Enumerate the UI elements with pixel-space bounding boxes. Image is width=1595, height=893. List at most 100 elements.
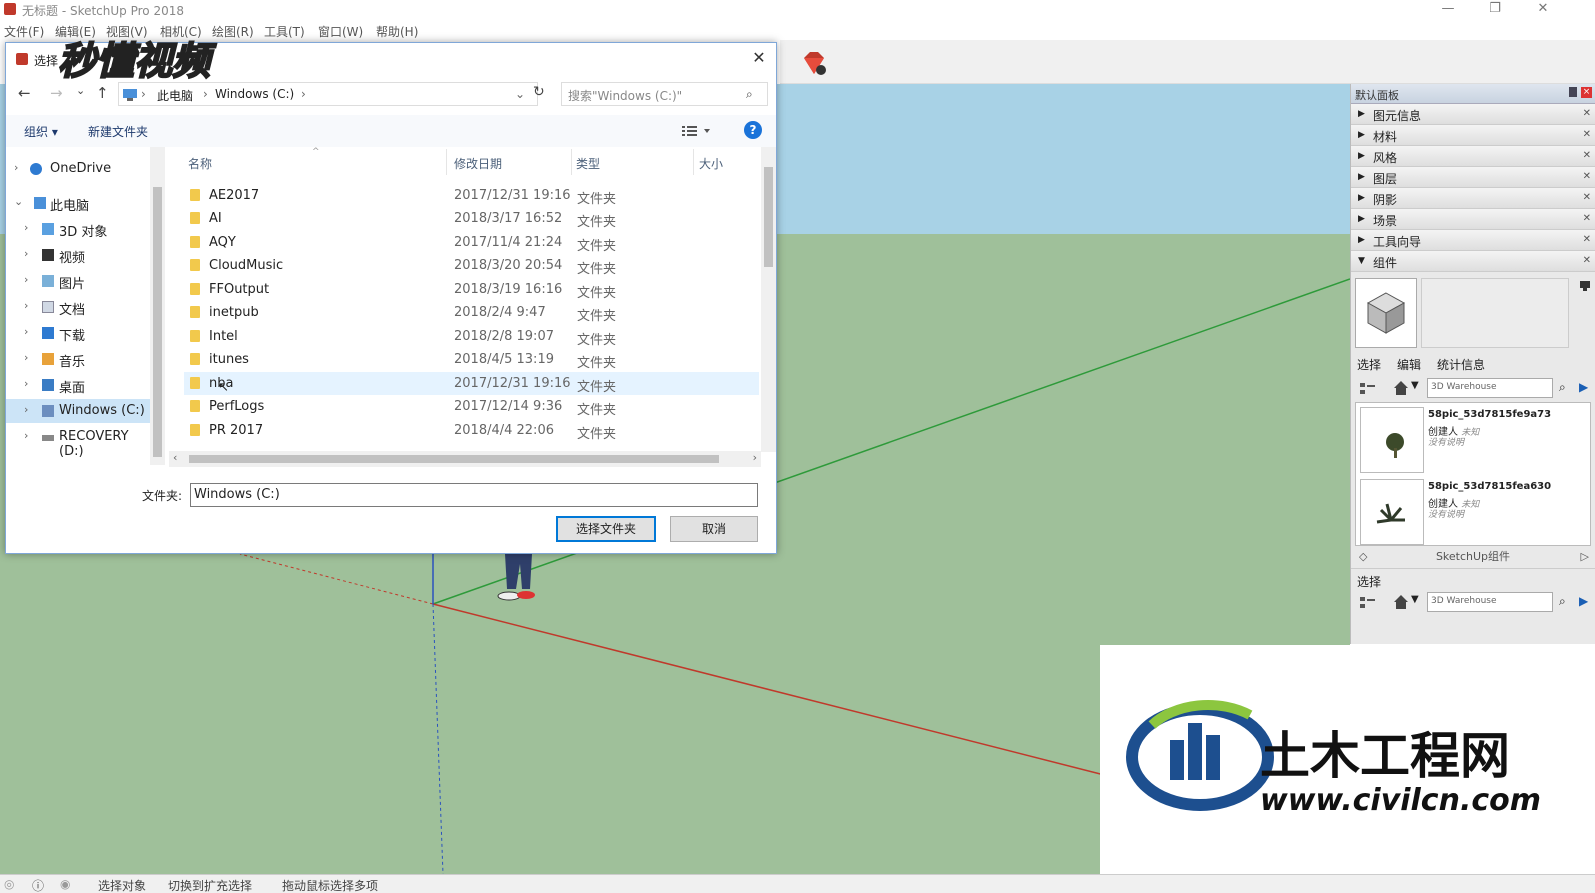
chevron-icon[interactable]: ⌄ (14, 195, 23, 208)
panel-shadows[interactable]: ▶ 阴影 ✕ (1351, 188, 1595, 209)
view-options-icon[interactable] (1359, 382, 1377, 396)
component-result[interactable]: 58pic_53d7815fe9a73 创建人 未知 没有说明 (1360, 407, 1560, 473)
panel-close-icon[interactable]: ✕ (1583, 150, 1591, 161)
component-search-input[interactable]: 3D Warehouse (1427, 378, 1553, 398)
nav-dropdown-icon[interactable]: ▼ (1411, 380, 1419, 391)
folder-field[interactable]: Windows (C:) (190, 483, 758, 507)
refresh-icon[interactable]: ↻ (533, 84, 545, 100)
tab-select[interactable]: 选择 (1357, 356, 1381, 373)
address-dropdown-icon[interactable]: ⌄ (515, 87, 525, 101)
organize-button[interactable]: 组织 ▾ (24, 123, 58, 140)
dialog-close-button[interactable]: ✕ (748, 47, 770, 69)
scroll-thumb[interactable] (153, 187, 162, 457)
chevron-icon[interactable]: › (24, 351, 28, 364)
search-icon[interactable]: ⌕ (1559, 594, 1566, 609)
collection-name[interactable]: SketchUp组件 (1436, 550, 1510, 563)
panel-entity-info[interactable]: ▶ 图元信息 ✕ (1351, 104, 1595, 125)
search-box[interactable]: 搜索"Windows (C:)" ⌕ (561, 82, 768, 106)
file-row[interactable]: AQY 2017/11/4 21:24 文件夹 (184, 231, 759, 254)
panel-instructor[interactable]: ▶ 工具向导 ✕ (1351, 230, 1595, 251)
nav-documents[interactable]: › 文档 (6, 295, 156, 319)
help-icon[interactable]: ? (744, 121, 762, 139)
nav-desktop[interactable]: › 桌面 (6, 373, 156, 397)
nav-dropdown-icon[interactable]: ▼ (1411, 594, 1419, 605)
column-modified[interactable]: 修改日期 (454, 155, 502, 172)
file-row[interactable]: Intel 2018/2/8 19:07 文件夹 (184, 325, 759, 348)
panel-close-icon[interactable]: ✕ (1583, 234, 1591, 245)
tray-close-icon[interactable]: × (1581, 87, 1592, 98)
panel-close-icon[interactable]: ✕ (1583, 108, 1591, 119)
tab-statistics[interactable]: 统计信息 (1437, 356, 1485, 373)
nav-3d-objects[interactable]: › 3D 对象 (6, 217, 156, 241)
column-size[interactable]: 大小 (699, 155, 723, 172)
chevron-icon[interactable]: › (24, 403, 28, 416)
geo-icon[interactable]: ◎ (4, 877, 14, 891)
nav-scrollbar[interactable] (150, 147, 165, 465)
panel-components[interactable]: ▼ 组件 ✕ (1351, 251, 1595, 272)
scroll-thumb[interactable] (189, 455, 719, 463)
ruby-console-icon[interactable] (800, 50, 828, 76)
chevron-icon[interactable]: › (24, 377, 28, 390)
search-icon[interactable]: ⌕ (1559, 380, 1566, 395)
panel-layers[interactable]: ▶ 图层 ✕ (1351, 167, 1595, 188)
file-row[interactable]: PerfLogs 2017/12/14 9:36 文件夹 (184, 395, 759, 418)
chevron-icon[interactable]: › (24, 429, 28, 442)
user-icon[interactable]: ◉ (60, 877, 70, 891)
nav-videos[interactable]: › 视频 (6, 243, 156, 267)
details-icon[interactable] (1579, 280, 1591, 292)
chevron-icon[interactable]: › (24, 299, 28, 312)
chevron-icon[interactable]: › (24, 221, 28, 234)
minimize-button[interactable]: — (1425, 0, 1471, 20)
chevron-icon[interactable]: › (24, 247, 28, 260)
column-divider[interactable] (571, 149, 572, 175)
panel-styles[interactable]: ▶ 风格 ✕ (1351, 146, 1595, 167)
nav-this-pc[interactable]: ⌄ 此电脑 (6, 191, 156, 215)
component-result[interactable]: 58pic_53d7815fea630 创建人 未知 没有说明 (1360, 479, 1560, 545)
view-options-icon[interactable] (1359, 596, 1377, 610)
file-row[interactable]: inetpub 2018/2/4 9:47 文件夹 (184, 301, 759, 324)
chevron-icon[interactable]: › (24, 325, 28, 338)
info-icon[interactable]: ⓘ (32, 877, 44, 893)
next-arrow-icon[interactable]: ▷ (1581, 546, 1589, 568)
nav-drive-d[interactable]: › RECOVERY (D:) (6, 425, 156, 459)
pin-icon[interactable] (1569, 87, 1577, 97)
chevron-icon[interactable]: › (24, 273, 28, 286)
file-list-vscrollbar[interactable] (761, 147, 776, 452)
menu-help[interactable]: 帮助(H) (376, 23, 418, 40)
panel-materials[interactable]: ▶ 材料 ✕ (1351, 125, 1595, 146)
nav-drive-c[interactable]: › Windows (C:) (6, 399, 156, 423)
home-icon[interactable] (1393, 594, 1409, 610)
close-window-button[interactable]: ✕ (1520, 0, 1566, 20)
file-row[interactable]: FFOutput 2018/3/19 16:16 文件夹 (184, 278, 759, 301)
forward-icon[interactable]: ▶ (1579, 594, 1588, 608)
scroll-thumb[interactable] (764, 167, 773, 267)
select-folder-button[interactable]: 选择文件夹 (556, 516, 656, 542)
maximize-button[interactable]: ❐ (1472, 0, 1518, 20)
menu-file[interactable]: 文件(F) (4, 23, 44, 40)
file-row-hovered[interactable]: nba 2017/12/31 19:16 文件夹 ↖ (184, 372, 759, 395)
new-folder-button[interactable]: 新建文件夹 (88, 123, 148, 140)
file-row[interactable]: CloudMusic 2018/3/20 20:54 文件夹 (184, 254, 759, 277)
cancel-button[interactable]: 取消 (670, 516, 758, 542)
back-arrow-icon[interactable]: ← (18, 84, 31, 102)
panel-close-icon[interactable]: ✕ (1583, 171, 1591, 182)
column-type[interactable]: 类型 (576, 155, 600, 172)
nav-pictures[interactable]: › 图片 (6, 269, 156, 293)
chevron-icon[interactable]: › (14, 161, 18, 174)
tab-edit[interactable]: 编辑 (1397, 356, 1421, 373)
home-icon[interactable] (1393, 380, 1409, 396)
file-row[interactable]: PR 2017 2018/4/4 22:06 文件夹 (184, 419, 759, 442)
panel-close-icon[interactable]: ✕ (1583, 192, 1591, 203)
column-divider[interactable] (446, 149, 447, 175)
nav-onedrive[interactable]: › OneDrive (6, 157, 156, 181)
prev-arrow-icon[interactable]: ◇ (1359, 546, 1367, 568)
panel-close-icon[interactable]: ✕ (1583, 213, 1591, 224)
nav-music[interactable]: › 音乐 (6, 347, 156, 371)
column-divider[interactable] (693, 149, 694, 175)
secondary-search-input[interactable]: 3D Warehouse (1427, 592, 1553, 612)
forward-icon[interactable]: ▶ (1579, 380, 1588, 394)
panel-close-icon[interactable]: ✕ (1583, 255, 1591, 266)
panel-close-icon[interactable]: ✕ (1583, 129, 1591, 140)
breadcrumb-drive-c[interactable]: Windows (C:) (215, 87, 294, 101)
file-row[interactable]: itunes 2018/4/5 13:19 文件夹 (184, 348, 759, 371)
